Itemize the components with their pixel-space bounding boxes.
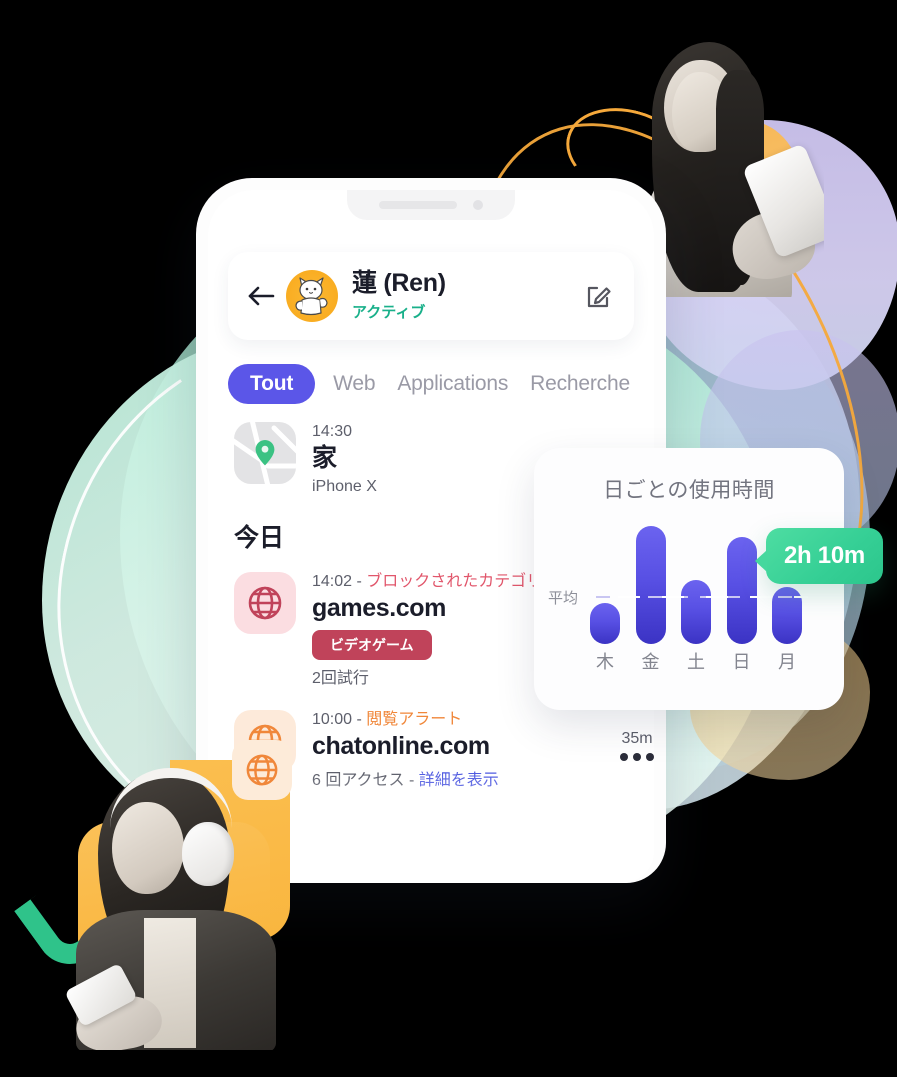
dot	[633, 753, 641, 761]
tab-applications[interactable]: Applications	[393, 366, 512, 402]
dot	[620, 753, 628, 761]
chart-bar	[681, 579, 711, 644]
chart-tooltip: 2h 10m	[755, 528, 883, 584]
back-arrow-icon[interactable]	[246, 281, 276, 311]
cat-avatar[interactable]	[286, 270, 338, 322]
chart-bar	[726, 536, 757, 644]
illustration-stage: 蓮 (Ren) アクティブ Tout Web Applications Rech…	[0, 0, 897, 1077]
chart-x-label: 木	[596, 652, 614, 672]
chatonline-time: 10:00	[312, 711, 353, 728]
chart-x-label: 月	[778, 652, 796, 672]
chart-x-label: 金	[641, 652, 660, 672]
games-separator: -	[352, 572, 367, 590]
tab-recherche[interactable]: Recherche	[526, 366, 634, 402]
front-camera-icon	[473, 200, 483, 210]
photo-girl-with-headphones	[40, 760, 290, 1050]
chatonline-right: 35m	[620, 710, 654, 761]
games-time: 14:02	[312, 572, 353, 590]
chart-title: 日ごとの使用時間	[603, 479, 775, 502]
map-pin-icon	[234, 422, 296, 484]
chart-average-line-highlight	[596, 596, 808, 598]
chatonline-title: chatonline.com	[312, 732, 490, 760]
profile-header-card: 蓮 (Ren) アクティブ	[228, 252, 634, 340]
chatonline-meta: 10:00 - 閲覧アラート	[312, 710, 614, 730]
dot	[646, 753, 654, 761]
chart-bar	[635, 526, 666, 644]
globe-icon	[234, 571, 296, 634]
chart-x-axis-labels: 木金土日月	[590, 648, 802, 674]
profile-text: 蓮 (Ren) アクティブ	[352, 270, 582, 322]
phone-notch	[347, 190, 515, 220]
tab-tout[interactable]: Tout	[228, 364, 316, 404]
chart-bar	[590, 602, 620, 644]
earpiece-speaker	[379, 201, 457, 209]
filter-tab-bar: Tout Web Applications Recherche	[228, 358, 648, 410]
games-category-badge: ビデオゲーム	[312, 630, 432, 660]
page-title: 蓮 (Ren)	[352, 269, 446, 298]
chatonline-duration: 35m	[621, 730, 653, 747]
chatonline-alert-label: 閲覧アラート	[366, 711, 463, 728]
chart-average-label: 平均	[548, 590, 579, 607]
headphones-earcup	[182, 822, 234, 886]
tab-web[interactable]: Web	[329, 366, 379, 402]
more-dots-icon[interactable]	[620, 753, 654, 761]
chatonline-separator: -	[352, 711, 367, 728]
games-alert-label: ブロックされたカテゴリー	[366, 572, 559, 590]
status-badge: アクティブ	[352, 303, 426, 321]
chart-x-label: 土	[687, 652, 705, 672]
chart-x-label: 日	[732, 652, 751, 672]
edit-compose-icon[interactable]	[582, 279, 616, 313]
headphones-band	[110, 768, 232, 828]
location-time: 14:30	[312, 423, 353, 440]
